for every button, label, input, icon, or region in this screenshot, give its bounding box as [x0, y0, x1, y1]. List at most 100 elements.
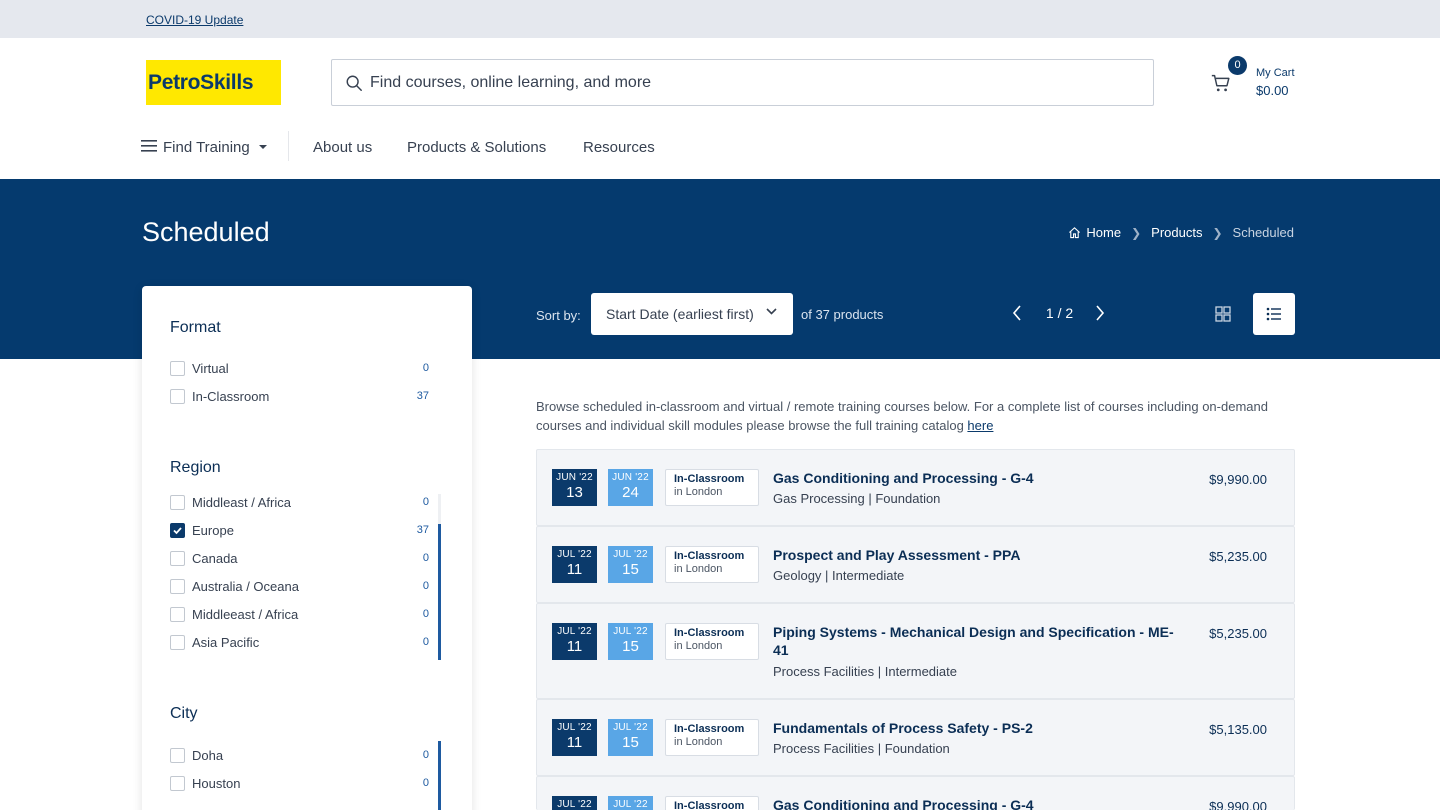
course-subtitle: Process Facilities | Intermediate [773, 664, 957, 679]
checkbox[interactable] [170, 635, 185, 650]
covid-update-link[interactable]: COVID-19 Update [146, 13, 243, 27]
filter-option-city[interactable]: Houston 0 [170, 775, 429, 795]
course-row[interactable]: JUL '22 JUL '22 In-Classroom Gas Conditi… [536, 776, 1295, 810]
cart-icon[interactable] [1210, 72, 1232, 94]
start-date: JUL '22 11 [552, 623, 597, 660]
course-row[interactable]: JUN '22 13 JUN '22 24 In-Classroom in Londo… [536, 449, 1295, 526]
next-page-icon[interactable] [1095, 305, 1105, 321]
sort-value: Start Date (earliest first) [606, 306, 754, 322]
region-scrollbar-thumb[interactable] [438, 524, 441, 660]
find-training-label: Find Training [163, 139, 250, 156]
city-scrollbar-thumb[interactable] [438, 741, 441, 810]
prev-page-icon[interactable] [1012, 305, 1022, 321]
format-badge: In-Classroom [665, 796, 759, 810]
nav-about[interactable]: About us [313, 139, 372, 156]
filters-panel: Format Virtual 0 In-Classroom 37 Region Mi… [142, 286, 472, 810]
start-date: JUN '22 13 [552, 469, 597, 506]
start-date: JUL '22 11 [552, 546, 597, 583]
checkbox[interactable] [170, 748, 185, 763]
end-date: JUN '22 24 [608, 469, 653, 506]
format-badge: In-Classroom in London [665, 546, 759, 583]
checkbox[interactable] [170, 361, 185, 376]
start-date: JUL '22 [552, 796, 597, 810]
course-price: $9,990.00 [1209, 472, 1267, 487]
breadcrumb-current: Scheduled [1232, 225, 1294, 240]
format-badge: In-Classroom in London [665, 623, 759, 660]
course-row[interactable]: JUL '22 11 JUL '22 15 In-Classroom in Londo… [536, 603, 1295, 699]
page-title: Scheduled [142, 217, 270, 247]
sort-select[interactable]: Start Date (earliest first) [591, 293, 793, 335]
list-view-button[interactable] [1253, 293, 1295, 335]
course-price: $9,990.00 [1209, 799, 1267, 810]
filter-option-region[interactable]: Canada 0 [170, 550, 429, 570]
breadcrumb: Home ❯ Products ❯ Scheduled [1068, 225, 1294, 240]
breadcrumb-products[interactable]: Products [1151, 225, 1202, 240]
filter-option-region[interactable]: Australia / Oceana 0 [170, 578, 429, 598]
end-date: JUL '22 15 [608, 719, 653, 756]
list-view-icon [1266, 307, 1281, 321]
grid-view-icon[interactable] [1214, 305, 1232, 323]
page-indicator: 1 / 2 [1045, 305, 1074, 321]
intro-text: Browse scheduled in-classroom and virtua… [536, 399, 1268, 433]
end-date: JUL '22 [608, 796, 653, 810]
chevron-down-icon [766, 308, 777, 315]
chevron-right-icon: ❯ [1212, 225, 1223, 240]
end-date: JUL '22 15 [608, 546, 653, 583]
checkbox-checked[interactable] [170, 523, 185, 538]
menu-icon [141, 140, 157, 152]
course-title[interactable]: Piping Systems - Mechanical Design and S… [773, 623, 1183, 659]
breadcrumb-home[interactable]: Home [1086, 225, 1121, 240]
checkbox[interactable] [170, 579, 185, 594]
product-count: of 37 products [801, 307, 884, 322]
course-title[interactable]: Gas Conditioning and Processing - G-4 [773, 796, 1183, 810]
home-icon [1069, 227, 1081, 239]
search-placeholder: Find courses, online learning, and more [370, 74, 652, 91]
format-badge: In-Classroom in London [665, 719, 759, 756]
cart-total[interactable]: $0.00 [1256, 83, 1289, 98]
logo-text: PetroSkills [146, 70, 281, 95]
check-icon [173, 527, 182, 535]
checkbox[interactable] [170, 607, 185, 622]
filter-option-region[interactable]: Asia Pacific 0 [170, 634, 429, 654]
course-title[interactable]: Fundamentals of Process Safety - PS-2 [773, 719, 1183, 737]
chevron-right-icon: ❯ [1131, 225, 1142, 240]
search-input[interactable]: Find courses, online learning, and more [331, 59, 1154, 106]
course-title[interactable]: Gas Conditioning and Processing - G-4 [773, 469, 1183, 487]
end-date: JUL '22 15 [608, 623, 653, 660]
filter-heading-format: Format [170, 319, 221, 336]
nav-find-training[interactable]: Find Training [141, 139, 268, 156]
top-announcement-bar: COVID-19 Update [0, 0, 1440, 38]
filter-heading-city: City [170, 705, 198, 722]
petroskills-logo[interactable]: PetroSkills [146, 60, 281, 105]
checkbox[interactable] [170, 389, 185, 404]
course-price: $5,135.00 [1209, 722, 1267, 737]
nav-products-solutions[interactable]: Products & Solutions [407, 139, 546, 156]
course-subtitle: Geology | Intermediate [773, 568, 905, 583]
cart-count-badge: 0 [1228, 56, 1247, 75]
course-title[interactable]: Prospect and Play Assessment - PPA [773, 546, 1183, 564]
pagination: 1 / 2 [1012, 305, 1105, 321]
filter-option-city[interactable]: Doha 0 [170, 747, 429, 767]
filter-option-virtual[interactable]: Virtual 0 [170, 360, 429, 380]
course-price: $5,235.00 [1209, 549, 1267, 564]
caret-down-icon [258, 145, 267, 149]
filter-heading-region: Region [170, 459, 221, 476]
format-badge: In-Classroom in London [665, 469, 759, 506]
filter-option-region[interactable]: Middleast / Africa 0 [170, 494, 429, 514]
course-subtitle: Gas Processing | Foundation [773, 491, 941, 506]
search-icon [346, 75, 362, 91]
nav-divider [288, 131, 289, 161]
filter-option-region[interactable]: Europe 37 [170, 522, 429, 542]
nav-resources[interactable]: Resources [583, 139, 655, 156]
sort-label: Sort by: [536, 308, 581, 323]
course-row[interactable]: JUL '22 11 JUL '22 15 In-Classroom in Londo… [536, 699, 1295, 776]
cart-label[interactable]: My Cart [1256, 67, 1295, 79]
checkbox[interactable] [170, 551, 185, 566]
course-price: $5,235.00 [1209, 626, 1267, 641]
filter-option-in-classroom[interactable]: In-Classroom 37 [170, 388, 429, 408]
catalog-link[interactable]: here [967, 418, 993, 433]
course-row[interactable]: JUL '22 11 JUL '22 15 In-Classroom in Londo… [536, 526, 1295, 603]
filter-option-region[interactable]: Middleeast / Africa 0 [170, 606, 429, 626]
checkbox[interactable] [170, 776, 185, 791]
checkbox[interactable] [170, 495, 185, 510]
